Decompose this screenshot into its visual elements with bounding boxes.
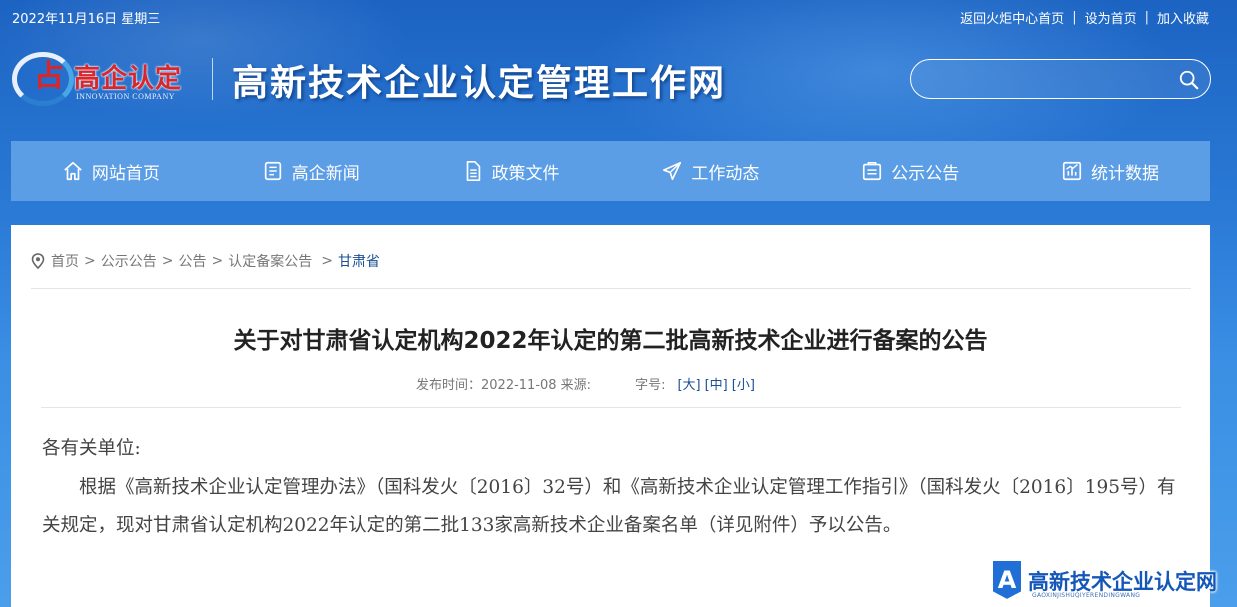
document-icon bbox=[466, 161, 480, 181]
nav-news[interactable]: 高企新闻 bbox=[211, 141, 411, 201]
chart-icon bbox=[1062, 161, 1082, 181]
top-bar: 2022年11月16日 星期三 返回火炬中心首页 | 设为首页 | 加入收藏 bbox=[0, 0, 1237, 32]
nav-work-updates[interactable]: 工作动态 bbox=[610, 141, 810, 201]
font-size-label: 字号: bbox=[635, 378, 666, 393]
nav-label: 政策文件 bbox=[491, 163, 560, 184]
watermark-badge-icon: A bbox=[991, 559, 1023, 602]
breadcrumb-arrow: > bbox=[211, 253, 224, 269]
nav-notices[interactable]: 公示公告 bbox=[810, 141, 1010, 201]
watermark-badge-letter: A bbox=[998, 566, 1017, 594]
search-box bbox=[910, 59, 1211, 99]
font-size-large[interactable]: [大] bbox=[677, 374, 700, 393]
set-homepage-link[interactable]: 设为首页 bbox=[1085, 8, 1137, 27]
header-divider bbox=[212, 58, 213, 100]
font-size-medium[interactable]: [中] bbox=[705, 374, 728, 393]
add-favorite-link[interactable]: 加入收藏 bbox=[1157, 8, 1209, 27]
article-body: 各有关单位: 根据《高新技术企业认定管理办法》（国科发火〔2016〕32号）和《… bbox=[42, 430, 1182, 546]
nav-statistics[interactable]: 统计数据 bbox=[1010, 141, 1210, 201]
logo-subtext: INNOVATION COMPANY bbox=[76, 92, 176, 101]
breadcrumb-current[interactable]: 甘肃省 bbox=[338, 251, 380, 271]
breadcrumb-home[interactable]: 首页 bbox=[51, 251, 79, 271]
breadcrumb-arrow: > bbox=[321, 253, 333, 269]
separator: | bbox=[1072, 10, 1077, 25]
separator: | bbox=[1144, 10, 1149, 25]
site-title: 高新技术企业认定管理工作网 bbox=[232, 62, 727, 104]
site-logo[interactable]: 占 高企认定 INNOVATION COMPANY bbox=[12, 50, 202, 108]
search-input[interactable] bbox=[925, 66, 1165, 92]
divider bbox=[31, 288, 1191, 289]
top-links: 返回火炬中心首页 | 设为首页 | 加入收藏 bbox=[960, 8, 1209, 27]
watermark-subtitle: GAOXINJISHUQIYERENDINGWANG bbox=[1032, 592, 1141, 599]
return-torch-center-link[interactable]: 返回火炬中心首页 bbox=[960, 8, 1064, 27]
breadcrumb-arrow: > bbox=[161, 253, 174, 269]
nav-label: 公示公告 bbox=[891, 163, 960, 184]
nav-label: 工作动态 bbox=[691, 163, 760, 184]
breadcrumb-announcement[interactable]: 公告 bbox=[178, 251, 206, 271]
current-date: 2022年11月16日 星期三 bbox=[12, 12, 161, 27]
paper-plane-icon bbox=[663, 161, 682, 181]
divider bbox=[41, 407, 1181, 408]
main-nav: 网站首页 高企新闻 政策文件 工作动态 公示公告 统计数据 bbox=[11, 141, 1210, 201]
search-icon[interactable] bbox=[1178, 69, 1200, 91]
article-meta: 发布时间：2022-11-08 来源: 字号: [大] [中] [小] bbox=[416, 374, 755, 393]
site-header: 占 高企认定 INNOVATION COMPANY 高新技术企业认定管理工作网 bbox=[0, 40, 1237, 120]
article-title: 关于对甘肃省认定机构2022年认定的第二批高新技术企业进行备案的公告 bbox=[233, 328, 988, 354]
breadcrumb-filing-announcement[interactable]: 认定备案公告 bbox=[228, 251, 312, 271]
nav-label: 网站首页 bbox=[91, 163, 160, 184]
breadcrumb-arrow: > bbox=[84, 253, 96, 269]
location-pin-icon bbox=[31, 253, 45, 269]
nav-policy[interactable]: 政策文件 bbox=[411, 141, 611, 201]
nav-label: 高企新闻 bbox=[291, 163, 360, 184]
breadcrumb: 首页 > 公示公告 > 公告 > 认定备案公告 > 甘肃省 bbox=[31, 251, 380, 271]
logo-mark-icon: 占 bbox=[34, 59, 64, 94]
content-panel: 首页 > 公示公告 > 公告 > 认定备案公告 > 甘肃省 关于对甘肃省认定机构… bbox=[11, 225, 1210, 607]
publish-info: 发布时间：2022-11-08 来源: bbox=[416, 378, 592, 393]
article-paragraph: 根据《高新技术企业认定管理办法》（国科发火〔2016〕32号）和《高新技术企业认… bbox=[42, 476, 1176, 537]
watermark: A 高新技术企业认定网 GAOXINJISHUQIYERENDINGWANG bbox=[988, 554, 1237, 607]
font-size-small[interactable]: [小] bbox=[732, 374, 755, 393]
notice-icon bbox=[863, 162, 882, 181]
background-glow bbox=[0, 0, 1237, 240]
nav-label: 统计数据 bbox=[1091, 163, 1160, 184]
salutation: 各有关单位: bbox=[42, 438, 141, 459]
nav-home[interactable]: 网站首页 bbox=[11, 141, 211, 201]
breadcrumb-notices[interactable]: 公示公告 bbox=[101, 251, 157, 271]
logo-text: 高企认定 bbox=[74, 64, 183, 94]
home-icon bbox=[64, 161, 82, 181]
news-icon bbox=[264, 161, 281, 181]
